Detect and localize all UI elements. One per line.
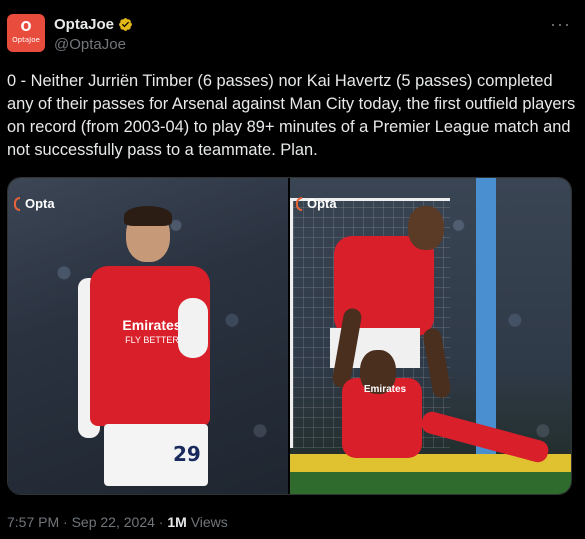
shirt-sponsor-sub: FLY BETTER <box>125 335 179 345</box>
shirt-sponsor-text: Emirates <box>363 384 407 395</box>
tweet-meta: 7:57 PM · Sep 22, 2024 · 1M Views <box>7 514 228 530</box>
display-name[interactable]: OptaJoe <box>54 16 114 33</box>
shirt-sponsor: Emirates FLY BETTER <box>116 318 188 348</box>
photo-havertz[interactable]: Opta Emirates FLY BETTER 29 <box>8 178 288 494</box>
media-grid: Opta Emirates FLY BETTER 29 Opta Emirate… <box>7 177 572 495</box>
views-count: 1M <box>167 514 187 530</box>
shirt-number: 29 <box>173 442 201 466</box>
tweet-date[interactable]: Sep 22, 2024 <box>72 514 155 530</box>
avatar[interactable]: O OptaJoe <box>7 14 45 52</box>
shirt-sponsor-text: Emirates <box>122 317 182 333</box>
meta-separator: · <box>63 514 72 530</box>
avatar-logo-top: O <box>20 20 32 35</box>
display-name-row[interactable]: OptaJoe <box>54 16 133 33</box>
verified-badge-icon <box>119 18 132 31</box>
handle[interactable]: @OptaJoe <box>54 36 126 53</box>
photo-timber[interactable]: Opta Emirates <box>290 178 571 494</box>
opta-watermark-text: Opta <box>307 196 337 211</box>
opta-watermark-text: Opta <box>25 196 55 211</box>
tweet-text: 0 - Neither Jurriën Timber (6 passes) no… <box>7 72 576 159</box>
opta-mark-icon <box>14 196 20 211</box>
views-label: Views <box>190 514 228 530</box>
opta-watermark: Opta <box>14 196 55 211</box>
tweet-time[interactable]: 7:57 PM <box>7 514 59 530</box>
standing-player-head <box>408 206 444 250</box>
player-hair <box>124 206 172 226</box>
avatar-logo-bottom: OptaJoe <box>12 36 40 44</box>
pitch <box>290 472 571 494</box>
opta-mark-icon <box>296 196 302 211</box>
opta-watermark: Opta <box>296 196 337 211</box>
more-icon[interactable]: ··· <box>550 14 571 35</box>
